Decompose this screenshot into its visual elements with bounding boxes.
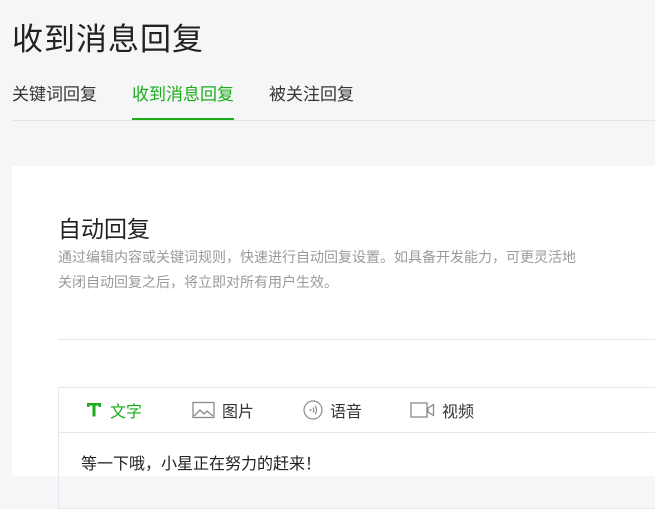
tool-text[interactable]: 文字: [85, 398, 142, 422]
reply-content-field[interactable]: 等一下哦，小星正在努力的赶来！: [81, 450, 321, 474]
tool-voice-label: 语音: [330, 402, 363, 421]
tab-message-reply[interactable]: 收到消息回复: [132, 80, 234, 120]
tab-follow-reply[interactable]: 被关注回复: [269, 80, 354, 118]
text-icon: [87, 403, 101, 417]
auto-reply-card: 自动回复 通过编辑内容或关键词规则，快速进行自动回复设置。如具备开发能力，可更灵…: [12, 166, 655, 509]
image-icon: [192, 401, 215, 419]
voice-icon: [303, 400, 323, 420]
divider: [58, 339, 655, 340]
tab-keyword-reply[interactable]: 关键词回复: [12, 80, 97, 118]
tool-image-label: 图片: [222, 402, 255, 421]
card-title: 自动回复: [58, 217, 150, 243]
reply-editor: 文字 图片 语音 视频 等一下哦，小星正在努力的赶来！: [58, 387, 655, 509]
tool-image[interactable]: 图片: [192, 398, 254, 422]
card-description: 通过编辑内容或关键词规则，快速进行自动回复设置。如具备开发能力，可更灵活地 关闭…: [58, 246, 655, 296]
tool-text-label: 文字: [110, 402, 143, 421]
video-icon: [410, 402, 435, 418]
description-line: 通过编辑内容或关键词规则，快速进行自动回复设置。如具备开发能力，可更灵活地: [58, 250, 576, 266]
editor-toolbar: 文字 图片 语音 视频: [59, 388, 655, 433]
reply-tabs: 关键词回复 收到消息回复 被关注回复: [12, 80, 655, 121]
tool-video-label: 视频: [442, 402, 475, 421]
tool-video[interactable]: 视频: [410, 398, 474, 422]
tool-voice[interactable]: 语音: [303, 398, 362, 422]
description-line: 关闭自动回复之后，将立即对所有用户生效。: [58, 275, 338, 291]
page-title: 收到消息回复: [12, 22, 204, 58]
